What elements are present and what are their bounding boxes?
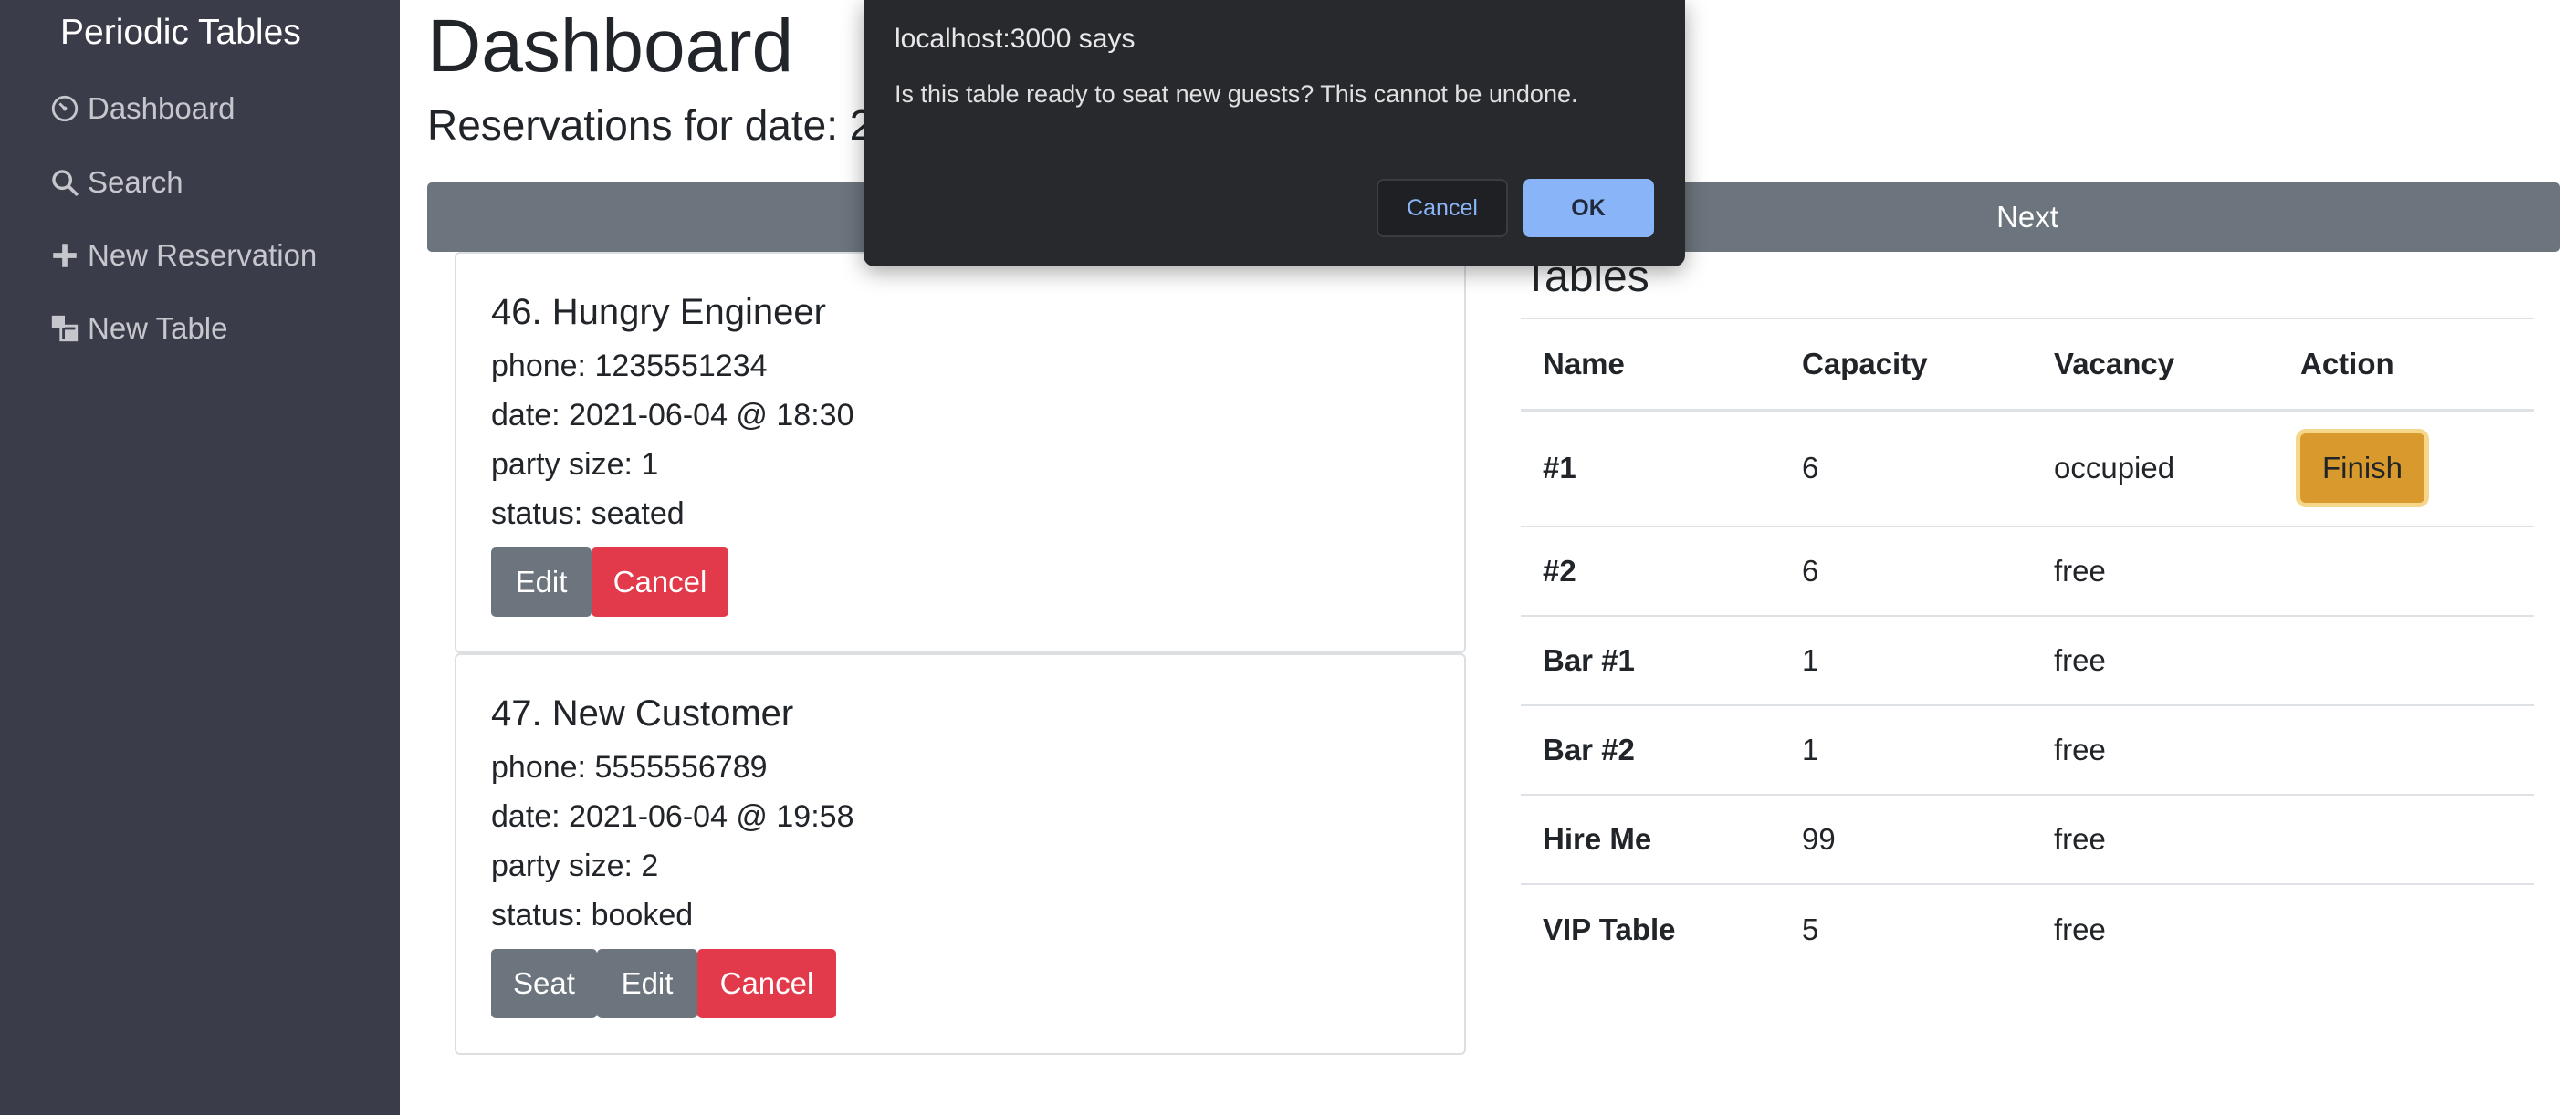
table-action-cell <box>2278 526 2534 617</box>
page-title: Dashboard <box>427 5 794 88</box>
dialog-title: localhost:3000 says <box>895 24 1136 54</box>
table-row: #2 6 free <box>1521 526 2534 617</box>
column-header-vacancy: Vacancy <box>2032 318 2278 412</box>
reservation-phone: phone: 5555556789 <box>491 750 768 785</box>
table-name-cell: Hire Me <box>1521 795 1780 885</box>
sidebar: Periodic Tables Dashboard Search New Res… <box>0 0 400 1115</box>
reservations-heading: Reservations for date: 2 <box>427 101 874 149</box>
table-action-cell <box>2278 884 2534 974</box>
table-name-cell: VIP Table <box>1543 912 1676 946</box>
column-header-action: Action <box>2278 318 2534 412</box>
table-row: Bar #1 1 free <box>1521 616 2534 706</box>
plus-icon <box>53 244 77 267</box>
table-vacancy-cell: free <box>2032 795 2278 885</box>
table-capacity-cell: 99 <box>1780 795 2032 885</box>
table-vacancy-cell: free <box>2032 526 2278 617</box>
table-name-cell: Bar #2 <box>1521 705 1780 796</box>
edit-button[interactable]: Edit <box>491 547 592 617</box>
reservation-card: 46. Hungry Engineer phone: 1235551234 da… <box>455 252 1466 653</box>
search-icon <box>52 170 79 196</box>
reservation-title: 46. Hungry Engineer <box>491 292 826 332</box>
table-icon <box>51 315 79 342</box>
table-row: #1 6 occupied Finish <box>1521 410 2534 527</box>
table-action-cell <box>2278 705 2534 796</box>
dialog-cancel-button[interactable]: Cancel <box>1377 179 1508 237</box>
sidebar-item-label: Dashboard <box>88 91 236 125</box>
sidebar-item-dashboard[interactable]: Dashboard <box>49 91 235 126</box>
reservation-card: 47. New Customer phone: 5555556789 date:… <box>455 653 1466 1055</box>
edit-button[interactable]: Edit <box>597 949 697 1018</box>
table-name-cell: #1 <box>1521 410 1780 527</box>
app-root: Periodic Tables Dashboard Search New Res… <box>0 0 2576 1115</box>
reservation-date: date: 2021-06-04 @ 18:30 <box>491 398 854 432</box>
table-capacity-cell: 1 <box>1780 705 2032 796</box>
table-row: Hire Me 99 free <box>1521 795 2534 885</box>
reservation-phone: phone: 1235551234 <box>491 349 768 383</box>
table-row: VIP Table 5 free <box>1521 884 2534 974</box>
column-header-name: Name <box>1521 318 1780 412</box>
column-header-capacity: Capacity <box>1780 318 2032 412</box>
cancel-reservation-button[interactable]: Cancel <box>697 949 836 1018</box>
sidebar-item-label: New Table <box>88 311 228 345</box>
reservation-date: date: 2021-06-04 @ 19:58 <box>491 799 854 834</box>
sidebar-item-label: New Reservation <box>88 238 318 272</box>
dashboard-icon <box>51 95 79 122</box>
sidebar-item-new-reservation[interactable]: New Reservation <box>49 238 317 273</box>
reservation-party-size: party size: 1 <box>491 447 659 482</box>
sidebar-item-new-table[interactable]: New Table <box>49 311 227 346</box>
table-vacancy-cell: free <box>2032 616 2278 706</box>
seat-button[interactable]: Seat <box>491 949 597 1018</box>
table-row: Bar #2 1 free <box>1521 705 2534 796</box>
table-action-cell <box>2278 616 2534 706</box>
dialog-message: Is this table ready to seat new guests? … <box>895 80 1578 108</box>
table-capacity-cell: 5 <box>1802 912 1819 946</box>
reservation-status: status: seated <box>491 496 685 531</box>
sidebar-item-label: Search <box>88 165 183 199</box>
confirm-dialog: localhost:3000 says Is this table ready … <box>864 0 1685 266</box>
dialog-ok-button[interactable]: OK <box>1523 179 1654 237</box>
table-action-cell: Finish <box>2278 410 2534 527</box>
table-name-cell: #2 <box>1521 526 1780 617</box>
brand-title[interactable]: Periodic Tables <box>60 13 301 53</box>
table-header-row: Name Capacity Vacancy Action <box>1521 318 2534 412</box>
table-vacancy-cell: free <box>2054 912 2106 946</box>
table-action-cell <box>2278 795 2534 885</box>
table-capacity-cell: 1 <box>1780 616 2032 706</box>
table-capacity-cell: 6 <box>1780 526 2032 617</box>
table-capacity-cell: 6 <box>1780 410 2032 527</box>
finish-button[interactable]: Finish <box>2300 433 2424 504</box>
reservation-title: 47. New Customer <box>491 693 794 734</box>
table-vacancy-cell: free <box>2032 705 2278 796</box>
sidebar-item-search[interactable]: Search <box>49 165 183 200</box>
reservation-party-size: party size: 2 <box>491 849 659 883</box>
tables-table: Name Capacity Vacancy Action #1 6 occupi… <box>1521 318 2534 974</box>
table-name-cell: Bar #1 <box>1521 616 1780 706</box>
table-vacancy-cell: occupied <box>2032 410 2278 527</box>
reservation-status: status: booked <box>491 898 694 933</box>
cancel-reservation-button[interactable]: Cancel <box>592 547 728 617</box>
